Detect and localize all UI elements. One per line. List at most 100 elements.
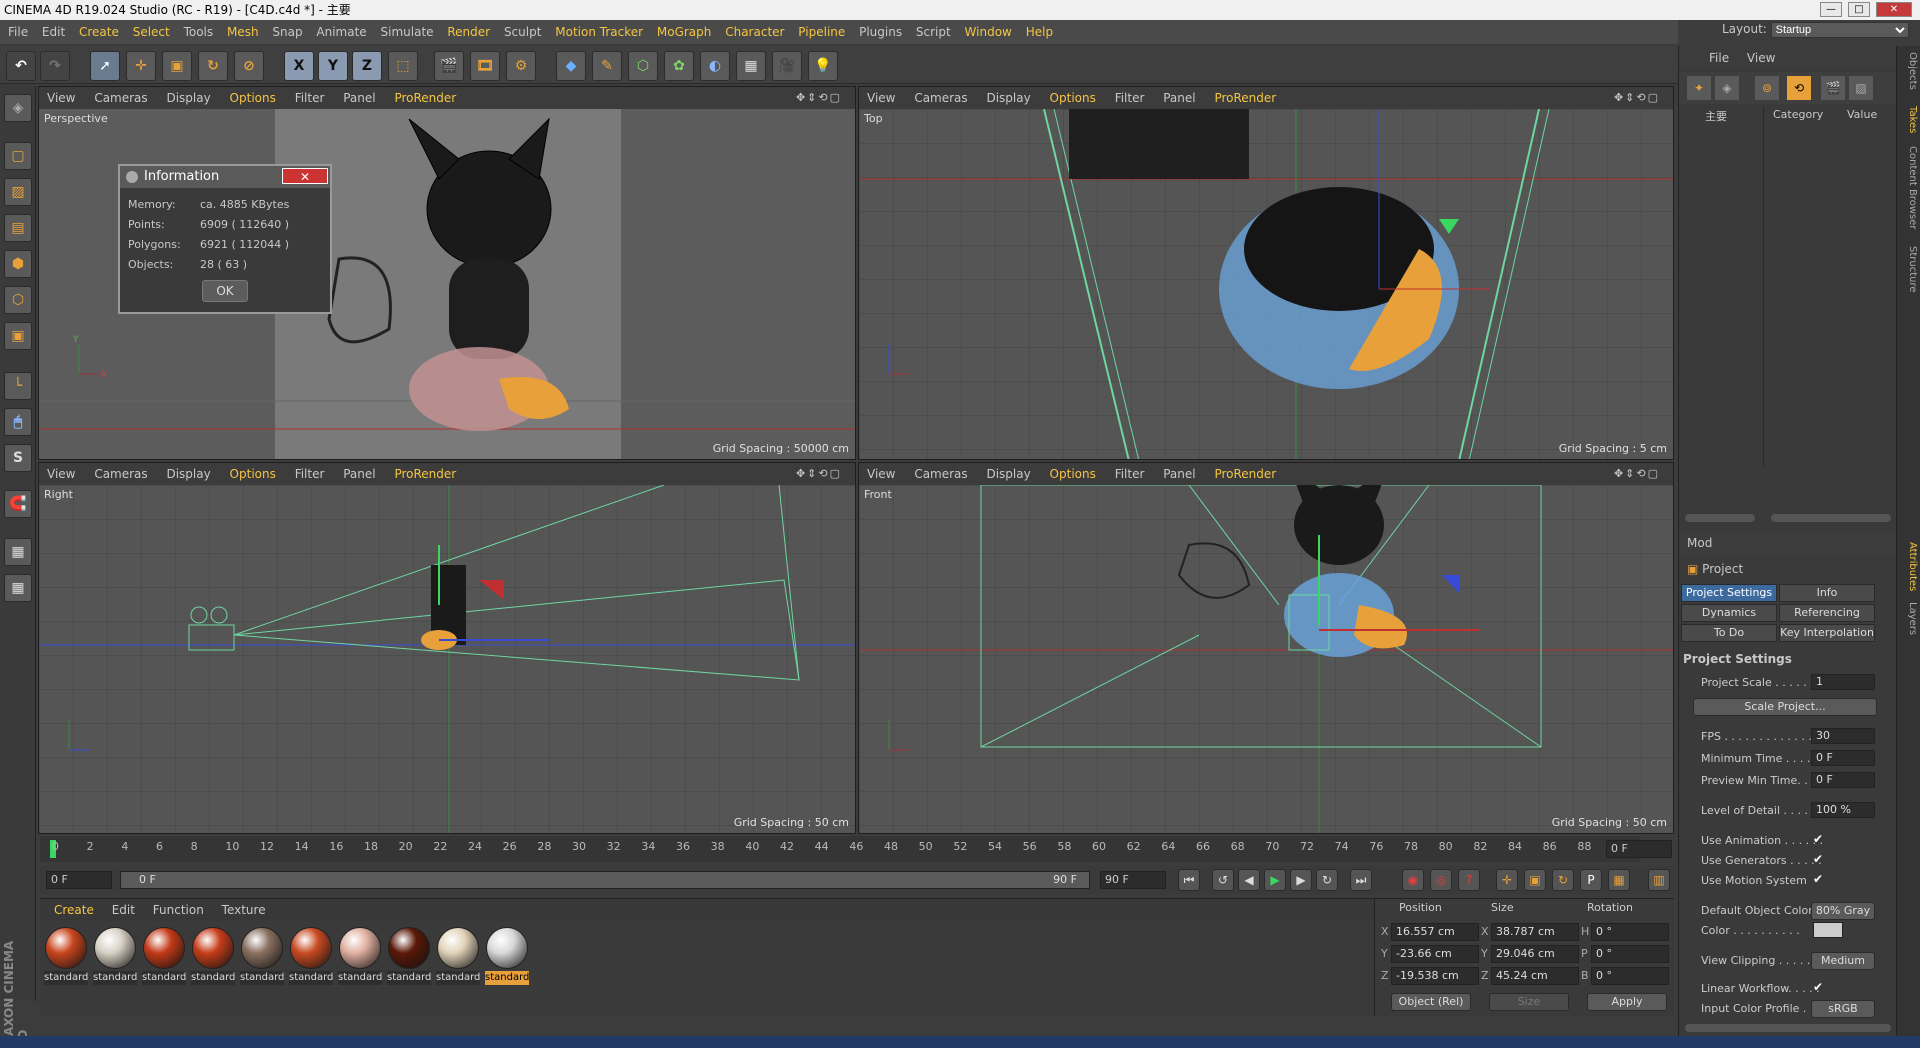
tweak-mode-icon[interactable]: 🖱 xyxy=(4,408,32,436)
material-thumbnail[interactable]: standard xyxy=(289,927,333,987)
size-x-field[interactable]: 38.787 cm xyxy=(1491,923,1579,941)
timeline-window-icon[interactable]: ▥ xyxy=(1648,869,1670,891)
menu-file[interactable]: File xyxy=(8,25,28,39)
vp-menu-cameras[interactable]: Cameras xyxy=(914,467,967,481)
vp-menu-prorender[interactable]: ProRender xyxy=(1214,91,1276,105)
axis-mode-icon[interactable]: └ xyxy=(4,372,32,400)
mat-menu-function[interactable]: Function xyxy=(153,903,204,917)
viewport-nav-icons[interactable]: ✥⇕⟲▢ xyxy=(1614,463,1660,485)
cloner-icon[interactable]: ✿ xyxy=(664,51,694,81)
material-thumbnail[interactable]: standard xyxy=(436,927,480,987)
viewport-top[interactable]: View Cameras Display Options Filter Pane… xyxy=(858,86,1674,460)
side-tab-layers[interactable]: Layers xyxy=(1900,602,1918,635)
vp-menu-view[interactable]: View xyxy=(867,467,895,481)
previous-frame-icon[interactable]: ◀ xyxy=(1238,869,1260,891)
override-icon[interactable]: ⟲ xyxy=(1787,76,1811,100)
menu-sculpt[interactable]: Sculpt xyxy=(504,25,541,39)
menu-plugins[interactable]: Plugins xyxy=(859,25,902,39)
vp-menu-panel[interactable]: Panel xyxy=(1163,91,1195,105)
project-scale-field[interactable]: 1 xyxy=(1811,674,1875,690)
size-z-field[interactable]: 45.24 cm xyxy=(1491,967,1579,985)
rotation-h-field[interactable]: 0 ° xyxy=(1591,923,1669,941)
vp-menu-options[interactable]: Options xyxy=(1050,91,1096,105)
vp-menu-filter[interactable]: Filter xyxy=(1115,91,1145,105)
scale-icon[interactable]: ▣ xyxy=(162,51,192,81)
vp-menu-display[interactable]: Display xyxy=(166,467,210,481)
vp-menu-prorender[interactable]: ProRender xyxy=(394,467,456,481)
rotate-icon[interactable]: ↻ xyxy=(198,51,228,81)
current-frame-field[interactable]: 0 F xyxy=(1606,840,1672,858)
recent-tool-icon[interactable]: ⊘ xyxy=(234,51,264,81)
menu-motion-tracker[interactable]: Motion Tracker xyxy=(555,25,643,39)
record-scale-icon[interactable]: ▣ xyxy=(1524,869,1546,891)
side-tab-content-browser[interactable]: Content Browser xyxy=(1900,146,1918,229)
render-take-icon[interactable]: 🎬 xyxy=(1821,76,1845,100)
record-parameter-icon[interactable]: P xyxy=(1580,869,1602,891)
use-motion-system-checkbox[interactable]: ✔ xyxy=(1813,872,1823,886)
material-thumbnail[interactable]: standard xyxy=(485,927,529,987)
menu-mesh[interactable]: Mesh xyxy=(227,25,259,39)
menu-help[interactable]: Help xyxy=(1026,25,1053,39)
mat-menu-texture[interactable]: Texture xyxy=(222,903,266,917)
start-frame-field[interactable]: 0 F xyxy=(46,871,112,889)
record-pla-icon[interactable]: ▦ xyxy=(1608,869,1630,891)
vp-menu-view[interactable]: View xyxy=(47,467,75,481)
x-axis-lock[interactable]: X xyxy=(284,51,314,81)
linear-workflow-checkbox[interactable]: ✔ xyxy=(1813,980,1823,994)
menu-simulate[interactable]: Simulate xyxy=(381,25,434,39)
maximize-button[interactable]: □ xyxy=(1848,2,1870,17)
minimize-button[interactable]: — xyxy=(1820,2,1842,17)
menu-window[interactable]: Window xyxy=(965,25,1012,39)
vp-menu-display[interactable]: Display xyxy=(986,467,1030,481)
vp-menu-cameras[interactable]: Cameras xyxy=(914,91,967,105)
tab-info[interactable]: Info xyxy=(1779,584,1875,602)
ok-button[interactable]: OK xyxy=(202,280,248,302)
render-view-icon[interactable]: 🎬 xyxy=(434,51,464,81)
menu-snap[interactable]: Snap xyxy=(272,25,302,39)
texture-mode-icon[interactable]: ▨ xyxy=(4,178,32,206)
rotation-b-field[interactable]: 0 ° xyxy=(1591,967,1669,985)
material-thumbnail[interactable]: standard xyxy=(387,927,431,987)
menu-render[interactable]: Render xyxy=(447,25,490,39)
position-y-field[interactable]: -23.66 cm xyxy=(1391,945,1479,963)
next-key-icon[interactable]: ↻ xyxy=(1316,869,1338,891)
tag-icon[interactable]: ◈ xyxy=(1715,76,1739,100)
previous-key-icon[interactable]: ↺ xyxy=(1212,869,1234,891)
frame-range-slider[interactable]: 0 F 90 F xyxy=(120,871,1090,889)
apply-button[interactable]: Apply xyxy=(1587,993,1667,1011)
viewport-nav-icons[interactable]: ✥⇕⟲▢ xyxy=(1614,87,1660,109)
filter-icon[interactable]: ▨ xyxy=(1849,76,1873,100)
material-thumbnail[interactable]: standard xyxy=(191,927,235,987)
viewport-nav-icons[interactable]: ✥⇕⟲▢ xyxy=(796,87,842,109)
attr-mode-menu[interactable]: Mod xyxy=(1687,536,1712,550)
tab-referencing[interactable]: Referencing xyxy=(1779,604,1875,622)
snap-icon[interactable]: 🧲 xyxy=(4,490,32,518)
camera-icon[interactable]: 🎥 xyxy=(772,51,802,81)
use-animation-checkbox[interactable]: ✔ xyxy=(1813,832,1823,846)
side-tab-takes[interactable]: Takes xyxy=(1900,106,1918,133)
menu-pipeline[interactable]: Pipeline xyxy=(798,25,845,39)
light-icon[interactable]: 💡 xyxy=(808,51,838,81)
subdivision-icon[interactable]: ⬡ xyxy=(628,51,658,81)
material-thumbnail[interactable]: standard xyxy=(44,927,88,987)
z-axis-lock[interactable]: Z xyxy=(352,51,382,81)
horizontal-scrollbar[interactable] xyxy=(1685,1024,1891,1032)
record-position-icon[interactable]: ✛ xyxy=(1496,869,1518,891)
vp-menu-cameras[interactable]: Cameras xyxy=(94,91,147,105)
position-x-field[interactable]: 16.557 cm xyxy=(1391,923,1479,941)
side-tab-attributes[interactable]: Attributes xyxy=(1900,542,1918,591)
vp-menu-options[interactable]: Options xyxy=(230,91,276,105)
input-color-profile-dropdown[interactable]: sRGB xyxy=(1811,1000,1875,1018)
record-icon[interactable]: ◉ xyxy=(1402,869,1424,891)
vp-menu-filter[interactable]: Filter xyxy=(295,91,325,105)
close-button[interactable]: ✕ xyxy=(1876,2,1912,17)
coord-mode-dropdown[interactable]: Object (Rel) xyxy=(1391,993,1471,1011)
move-icon[interactable]: ✛ xyxy=(126,51,156,81)
autokey-icon[interactable]: ◎ xyxy=(1430,869,1452,891)
record-rotation-icon[interactable]: ↻ xyxy=(1552,869,1574,891)
tab-to-do[interactable]: To Do xyxy=(1681,624,1777,642)
rotation-p-field[interactable]: 0 ° xyxy=(1591,945,1669,963)
menu-select[interactable]: Select xyxy=(133,25,170,39)
scale-project-button[interactable]: Scale Project... xyxy=(1693,698,1877,716)
mat-menu-create[interactable]: Create xyxy=(54,903,94,917)
